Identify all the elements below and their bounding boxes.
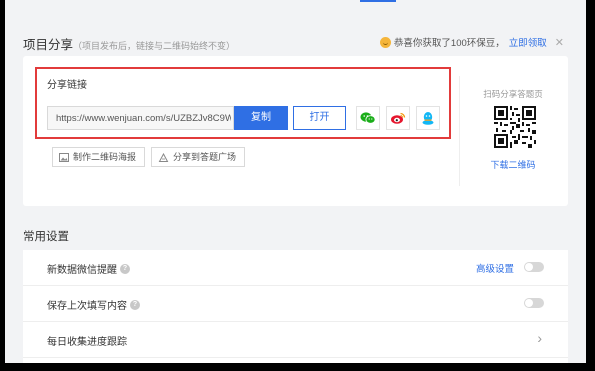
wechat-share-button[interactable] xyxy=(356,106,380,130)
qr-label: 扫码分享答题页 xyxy=(483,89,543,99)
qr-divider xyxy=(459,76,460,186)
claim-link[interactable]: 立即领取 xyxy=(509,35,547,49)
qq-icon xyxy=(422,111,434,125)
save-last-toggle[interactable] xyxy=(524,298,544,308)
setting-row-wechat-alert: 新数据微信提醒? 高级设置 xyxy=(23,250,568,286)
section-header: 项目分享（项目发布后，链接与二维码始终不变） 恭喜你获取了100环保豆， 立即领… xyxy=(23,32,568,52)
share-square-button[interactable]: 分享到答题广场 xyxy=(151,147,246,167)
help-icon[interactable]: ? xyxy=(130,299,140,310)
qr-download-link[interactable]: 下载二维码 xyxy=(471,158,555,171)
section-title: 项目分享（项目发布后，链接与二维码始终不变） xyxy=(23,34,235,53)
share-card: 分享链接 复制 打开 xyxy=(23,56,568,206)
close-icon[interactable]: ✕ xyxy=(555,36,564,49)
active-tab-indicator xyxy=(360,0,396,2)
settings-card: 新数据微信提醒? 高级设置 保存上次填写内容? 每日收集进度跟踪 › xyxy=(23,250,568,363)
setting-label-text: 保存上次填写内容 xyxy=(47,301,127,312)
setting-label: 保存上次填写内容? xyxy=(47,297,140,312)
recycle-icon xyxy=(158,152,169,162)
setting-label: 新数据微信提醒? xyxy=(47,261,130,276)
qr-code-image xyxy=(494,106,536,148)
setting-row-save-last: 保存上次填写内容? xyxy=(23,286,568,322)
setting-label: 每日收集进度跟踪 xyxy=(47,333,127,348)
chevron-right-icon[interactable]: › xyxy=(537,330,542,346)
qq-share-button[interactable] xyxy=(416,106,440,130)
wechat-icon xyxy=(360,112,376,124)
settings-title: 常用设置 xyxy=(23,231,69,243)
setting-row-daily-progress[interactable]: 每日收集进度跟踪 › xyxy=(23,322,568,358)
copy-button[interactable]: 复制 xyxy=(234,106,288,130)
help-icon[interactable]: ? xyxy=(120,263,130,274)
section-note: （项目发布后，链接与二维码始终不变） xyxy=(73,41,236,51)
share-square-label: 分享到答题广场 xyxy=(173,152,237,162)
wechat-alert-toggle[interactable] xyxy=(524,262,544,272)
qr-poster-label: 制作二维码海报 xyxy=(73,152,137,162)
image-icon xyxy=(59,153,69,163)
setting-label-text: 每日收集进度跟踪 xyxy=(47,337,127,348)
smile-icon xyxy=(379,36,391,48)
qr-panel: 扫码分享答题页 下载二维码 xyxy=(471,78,555,188)
setting-label-text: 新数据微信提醒 xyxy=(47,265,117,276)
qr-poster-button[interactable]: 制作二维码海报 xyxy=(52,147,146,167)
weibo-icon xyxy=(391,112,406,124)
promo-text: 恭喜你获取了100环保豆， xyxy=(393,38,505,49)
share-url-input[interactable] xyxy=(47,106,234,130)
app-frame: 项目分享（项目发布后，链接与二维码始终不变） 恭喜你获取了100环保豆， 立即领… xyxy=(5,0,586,363)
section-title-text: 项目分享 xyxy=(23,38,74,52)
advanced-settings-link[interactable]: 高级设置 xyxy=(476,261,514,275)
share-link-title: 分享链接 xyxy=(47,80,87,91)
open-button[interactable]: 打开 xyxy=(293,106,346,130)
promo-banner: 恭喜你获取了100环保豆， 立即领取 ✕ xyxy=(379,35,564,49)
weibo-share-button[interactable] xyxy=(386,106,410,130)
